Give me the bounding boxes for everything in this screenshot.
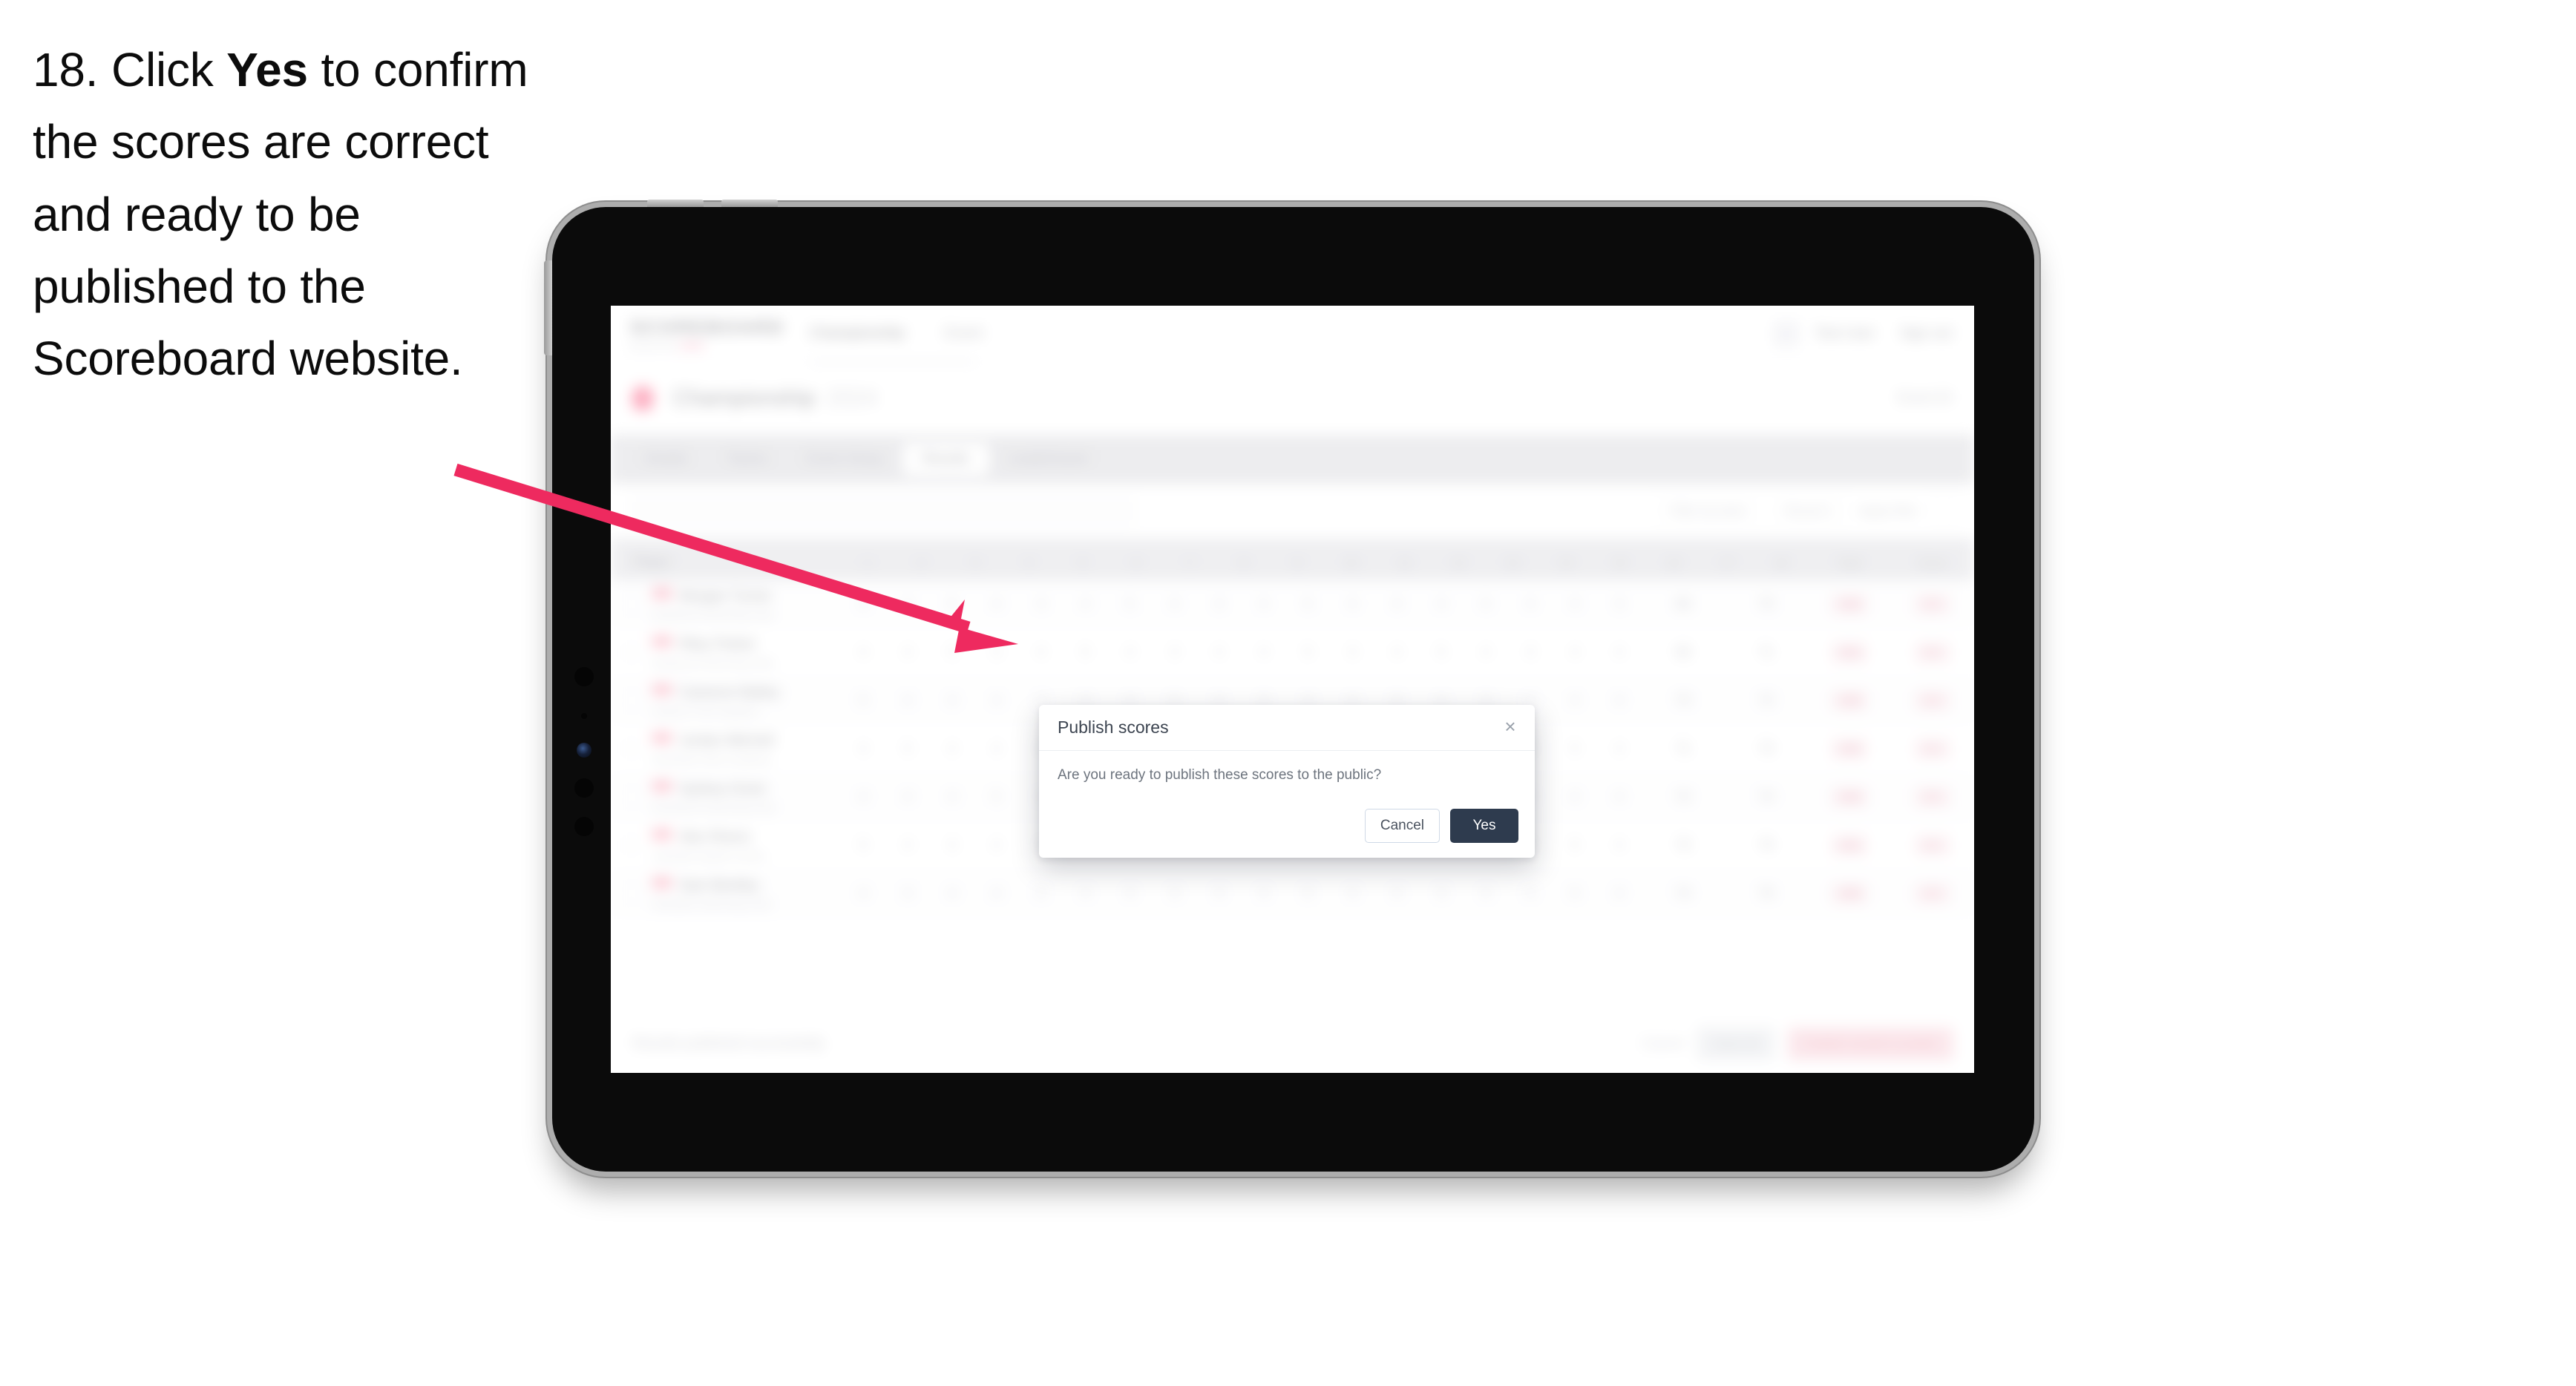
face-id-sensor-icon <box>577 743 591 758</box>
caption-prefix: 18. Click <box>33 43 227 96</box>
dialog-title: Publish scores <box>1058 717 1169 737</box>
volume-down-button[interactable] <box>721 200 778 207</box>
modal-scrim <box>611 306 1974 1073</box>
ambient-sensor-icon <box>581 713 587 719</box>
slide-canvas: 18. Click Yes to confirm the scores are … <box>0 0 2576 1386</box>
proximity-sensor-icon <box>574 778 594 798</box>
volume-up-button[interactable] <box>647 200 704 207</box>
dialog-message: Are you ready to publish these scores to… <box>1058 767 1382 783</box>
close-icon[interactable]: × <box>1499 715 1521 738</box>
yes-button[interactable]: Yes <box>1450 809 1518 843</box>
cancel-button[interactable]: Cancel <box>1364 809 1440 843</box>
publish-scores-dialog: Publish scores × Are you ready to publis… <box>1039 705 1535 858</box>
instruction-caption: 18. Click Yes to confirm the scores are … <box>33 34 552 395</box>
tablet-device: SCOREBOARD powered by SWIM Championship … <box>544 200 2034 1172</box>
dialog-actions: Cancel Yes <box>1364 809 1518 843</box>
tablet-screen: SCOREBOARD powered by SWIM Championship … <box>611 306 1974 1073</box>
caption-bold-yes: Yes <box>226 43 308 96</box>
dialog-body: Are you ready to publish these scores to… <box>1039 751 1535 784</box>
power-button[interactable] <box>544 260 552 355</box>
microphone-icon <box>574 817 594 836</box>
front-camera-icon <box>574 667 594 686</box>
dialog-header: Publish scores × <box>1039 705 1535 751</box>
